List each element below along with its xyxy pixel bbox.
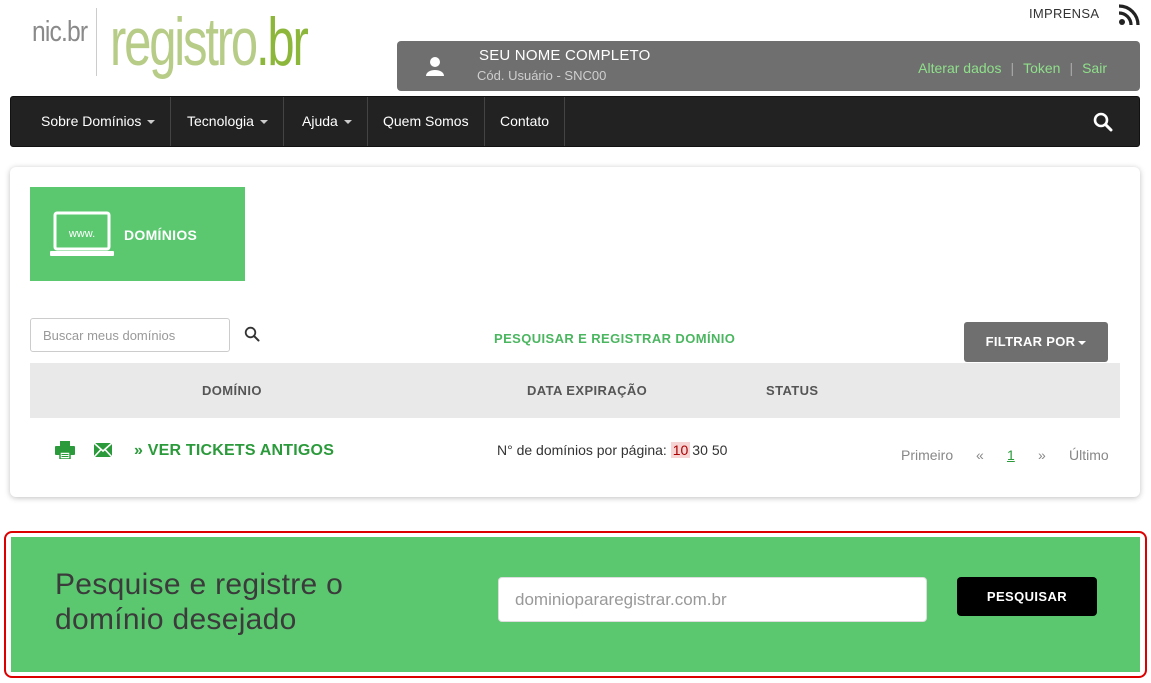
laptop-www-text: www. — [68, 228, 95, 240]
domains-panel: www. DOMÍNIOS PESQUISAR E REGISTRAR DOMÍ… — [10, 167, 1140, 497]
search-my-domains-input[interactable] — [30, 318, 230, 352]
logo-registro-text: registro — [110, 4, 258, 80]
domains-tile-title: DOMÍNIOS — [124, 227, 198, 243]
nav-item-label: Ajuda — [302, 113, 338, 129]
nav-item-label: Contato — [500, 113, 550, 129]
filter-by-label: FILTRAR POR — [985, 334, 1076, 349]
domains-table-header: DOMÍNIO DATA EXPIRAÇÃO STATUS — [30, 363, 1120, 418]
link-separator: | — [1010, 60, 1015, 76]
user-code: Cód. Usuário - SNC00 — [477, 68, 607, 83]
imprensa-link[interactable]: IMPRENSA — [1029, 6, 1099, 21]
logo-br-text: .br — [255, 4, 309, 80]
pagination-first[interactable]: Primeiro — [901, 447, 953, 463]
search-register-domain-link[interactable]: PESQUISAR E REGISTRAR DOMÍNIO — [494, 331, 735, 346]
user-icon — [426, 57, 444, 76]
per-page-option-10[interactable]: 10 — [670, 442, 691, 458]
domains-per-page: N° de domínios por página: 10 30 50 — [497, 442, 729, 458]
caret-down-icon — [1078, 340, 1087, 345]
nav-item-label: Quem Somos — [383, 113, 469, 129]
pagination-current-page[interactable]: 1 — [1007, 447, 1015, 463]
domains-tile[interactable]: www. DOMÍNIOS — [30, 187, 245, 281]
nav-item-contato[interactable]: Contato — [485, 97, 566, 146]
filter-by-button[interactable]: FILTRAR POR — [964, 322, 1108, 362]
search-icon[interactable] — [1093, 112, 1113, 132]
column-header-dominio[interactable]: DOMÍNIO — [202, 383, 262, 398]
view-old-tickets-link[interactable]: » VER TICKETS ANTIGOS — [134, 442, 334, 460]
nav-item-tecnologia[interactable]: Tecnologia — [172, 97, 284, 146]
laptop-www-icon: www. — [50, 211, 114, 256]
domain-search-banner: Pesquise e registre o domínio desejado P… — [11, 537, 1140, 672]
logo-nic-br: nic.br — [32, 16, 88, 48]
token-link[interactable]: Token — [1023, 60, 1060, 76]
caret-down-icon — [259, 120, 268, 125]
pagination-last[interactable]: Último — [1069, 447, 1109, 463]
nav-item-quem-somos[interactable]: Quem Somos — [368, 97, 485, 146]
sair-link[interactable]: Sair — [1082, 60, 1107, 76]
pagination-next[interactable]: » — [1038, 447, 1046, 463]
alterar-dados-link[interactable]: Alterar dados — [918, 60, 1001, 76]
domain-register-input[interactable] — [498, 577, 927, 622]
link-separator: | — [1069, 60, 1074, 76]
pesquisar-button[interactable]: PESQUISAR — [957, 577, 1097, 616]
per-page-option-50[interactable]: 50 — [710, 442, 730, 458]
user-bar: SEU NOME COMPLETO Cód. Usuário - SNC00 A… — [397, 41, 1140, 91]
printer-icon[interactable] — [55, 441, 75, 459]
per-page-label: N° de domínios por página: — [497, 442, 667, 458]
user-links: Alterar dados | Token | Sair — [918, 60, 1107, 76]
nav-item-sobre-dominios[interactable]: Sobre Domínios — [26, 97, 172, 146]
column-header-data-expiracao[interactable]: DATA EXPIRAÇÃO — [527, 383, 647, 398]
nav-item-ajuda[interactable]: Ajuda — [287, 97, 368, 146]
column-header-status[interactable]: STATUS — [766, 383, 818, 398]
nav-item-label: Sobre Domínios — [41, 113, 142, 129]
logo-registro-br: registro.br — [110, 2, 309, 82]
search-icon[interactable] — [244, 326, 260, 342]
main-navbar: Sobre Domínios Tecnologia Ajuda Quem Som… — [10, 96, 1140, 147]
rss-icon[interactable] — [1118, 4, 1140, 26]
caret-down-icon — [343, 120, 352, 125]
per-page-option-30[interactable]: 30 — [690, 442, 710, 458]
logo-divider — [96, 8, 97, 76]
user-name: SEU NOME COMPLETO — [479, 47, 651, 64]
banner-title: Pesquise e registre o domínio desejado — [55, 568, 344, 636]
caret-down-icon — [147, 120, 156, 125]
pagination-prev[interactable]: « — [976, 447, 984, 463]
envelope-icon[interactable] — [94, 443, 112, 457]
nav-item-label: Tecnologia — [187, 113, 254, 129]
